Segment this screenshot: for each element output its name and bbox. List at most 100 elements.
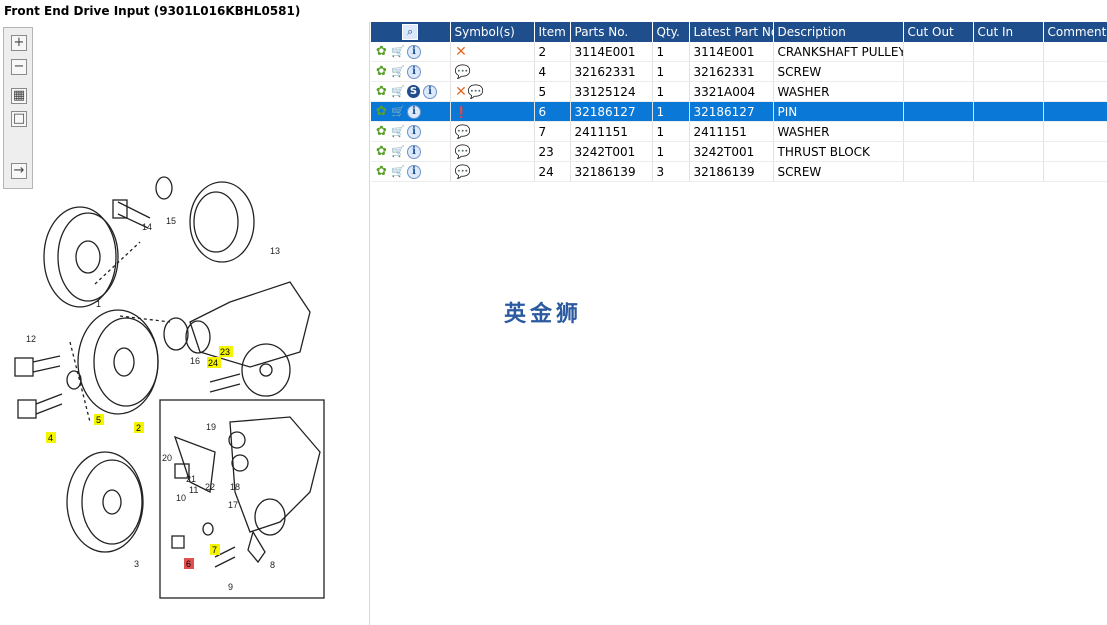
info-icon[interactable]: i	[407, 124, 421, 139]
col-cut-out[interactable]: Cut Out	[903, 22, 974, 42]
cell-cut-out	[903, 42, 974, 62]
table-row[interactable]: ✿ 🛒 i 💬 24 32186139 3 32186139 SCREW	[371, 161, 1107, 182]
cell-qty: 1	[652, 42, 690, 62]
svg-text:18: 18	[230, 482, 240, 492]
cell-latest: 3114E001	[689, 42, 774, 62]
cell-description: THRUST BLOCK	[773, 141, 904, 162]
fit-view-icon[interactable]: ▦	[11, 88, 27, 104]
search-parts-header[interactable]: ⌕	[371, 22, 451, 42]
superseded-x-icon: ✕	[455, 83, 467, 100]
note-balloon-icon: 💬	[467, 84, 484, 100]
info-icon[interactable]: i	[407, 164, 421, 179]
svg-text:17: 17	[228, 500, 238, 510]
svg-text:22: 22	[205, 482, 215, 492]
cell-latest: 32186127	[689, 101, 774, 122]
cart-icon[interactable]: 🛒	[391, 165, 405, 178]
svg-text:21: 21	[186, 474, 196, 484]
actual-size-icon[interactable]: □	[11, 111, 27, 127]
svg-text:9: 9	[228, 582, 233, 592]
table-row[interactable]: ✿ 🛒 Si ✕💬 5 33125124 1 3321A004 WASHER	[371, 81, 1107, 102]
svg-text:13: 13	[270, 246, 280, 256]
cell-comment	[1043, 101, 1107, 122]
cell-cut-in	[973, 141, 1044, 162]
info-icon[interactable]: i	[407, 64, 421, 79]
col-symbols[interactable]: Symbol(s)	[450, 22, 535, 42]
svg-text:1: 1	[96, 299, 101, 309]
svg-text:12: 12	[26, 334, 36, 344]
zoom-toolbar: + − ▦ □ →	[3, 27, 33, 189]
col-qty[interactable]: Qty.	[652, 22, 690, 42]
cell-cut-in	[973, 42, 1044, 62]
cell-item: 7	[534, 121, 571, 142]
cell-cut-out	[903, 121, 974, 142]
cell-parts-no: 32162331	[570, 61, 653, 82]
svg-text:14: 14	[142, 222, 152, 232]
info-icon[interactable]: i	[407, 104, 421, 119]
cell-qty: 1	[652, 141, 690, 162]
cell-comment	[1043, 141, 1107, 162]
info-icon[interactable]: i	[407, 144, 421, 159]
cell-description: SCREW	[773, 61, 904, 82]
callout-4[interactable]: 4	[48, 433, 53, 443]
callout-5[interactable]: 5	[96, 415, 101, 425]
cell-cut-out	[903, 161, 974, 182]
zoom-out-icon[interactable]: −	[11, 59, 27, 75]
cell-latest: 2411151	[689, 121, 774, 142]
note-balloon-icon: 💬	[454, 164, 471, 180]
cell-parts-no: 33125124	[570, 81, 653, 102]
superseded-x-icon: ✕	[455, 43, 467, 60]
callout-2[interactable]: 2	[136, 423, 141, 433]
search-icon[interactable]: ⌕	[402, 24, 419, 40]
cart-icon[interactable]: 🛒	[391, 85, 405, 98]
gear-icon[interactable]: ✿	[375, 85, 388, 98]
cell-cut-in	[973, 81, 1044, 102]
cell-parts-no: 32186127	[570, 101, 653, 122]
splitter[interactable]	[369, 22, 370, 625]
svg-text:15: 15	[166, 216, 176, 226]
note-balloon-icon: 💬	[454, 144, 471, 160]
cell-cut-in	[973, 121, 1044, 142]
gear-icon[interactable]: ✿	[375, 165, 388, 178]
gear-icon[interactable]: ✿	[375, 65, 388, 78]
zoom-in-icon[interactable]: +	[11, 35, 27, 51]
gear-icon[interactable]: ✿	[375, 125, 388, 138]
callout-7[interactable]: 7	[212, 545, 217, 555]
gear-icon[interactable]: ✿	[375, 105, 388, 118]
toggle-list-icon[interactable]: →	[11, 163, 27, 179]
svg-text:11: 11	[189, 485, 198, 495]
table-row[interactable]: ✿ 🛒 i 💬 4 32162331 1 32162331 SCREW	[371, 61, 1107, 82]
gear-icon[interactable]: ✿	[375, 145, 388, 158]
col-item[interactable]: Item	[534, 22, 571, 42]
cell-qty: 1	[652, 61, 690, 82]
cart-icon[interactable]: 🛒	[391, 145, 405, 158]
cart-icon[interactable]: 🛒	[391, 65, 405, 78]
cell-cut-in	[973, 101, 1044, 122]
warning-balloon-icon: ❗	[454, 105, 469, 119]
cell-cut-out	[903, 101, 974, 122]
col-description[interactable]: Description	[773, 22, 904, 42]
table-row[interactable]: ✿ 🛒 i 💬 23 3242T001 1 3242T001 THRUST BLOC…	[371, 141, 1107, 162]
col-comment[interactable]: Comment	[1043, 22, 1107, 42]
supersession-icon[interactable]: S	[407, 85, 420, 98]
callout-23[interactable]: 23	[220, 347, 230, 357]
cell-comment	[1043, 61, 1107, 82]
col-latest-part-no[interactable]: Latest Part No.	[689, 22, 774, 42]
cell-comment	[1043, 121, 1107, 142]
gear-icon[interactable]: ✿	[375, 45, 388, 58]
callout-6[interactable]: 6	[186, 559, 191, 569]
col-parts-no[interactable]: Parts No.	[570, 22, 653, 42]
info-icon[interactable]: i	[423, 84, 437, 99]
window-title: Front End Drive Input (9301L016KBHL0581)	[0, 0, 1107, 22]
callout-24[interactable]: 24	[208, 358, 218, 368]
table-row[interactable]: ✿ 🛒 i ✕ 2 3114E001 1 3114E001 CRANKSHAFT P…	[371, 42, 1107, 62]
info-icon[interactable]: i	[407, 44, 421, 59]
cart-icon[interactable]: 🛒	[391, 105, 405, 118]
col-cut-in[interactable]: Cut In	[973, 22, 1044, 42]
cart-icon[interactable]: 🛒	[391, 125, 405, 138]
table-row[interactable]: ✿ 🛒 i 💬 7 2411151 1 2411151 WASHER	[371, 121, 1107, 142]
table-row-selected[interactable]: ✿ 🛒 i ❗ 6 32186127 1 32186127 PIN	[371, 101, 1107, 122]
diagram-drawing: 1 2 3 4 5 6 7 8 9 10 11 12 13 14 15 16 1…	[14, 176, 325, 599]
exploded-diagram[interactable]: 1 2 3 4 5 6 7 8 9 10 11 12 13 14 15 16 1…	[0, 22, 365, 625]
note-balloon-icon: 💬	[454, 124, 471, 140]
cart-icon[interactable]: 🛒	[391, 45, 405, 58]
